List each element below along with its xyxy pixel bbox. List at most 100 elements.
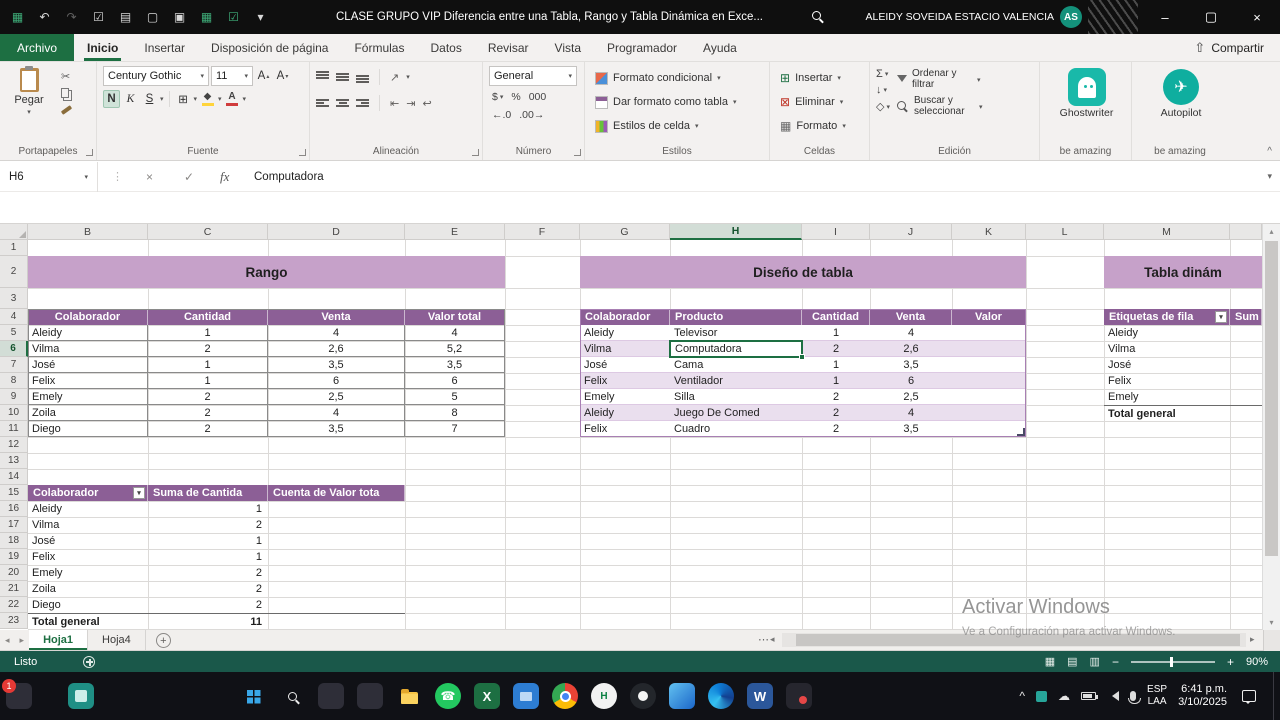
- cell-C7[interactable]: 1: [148, 357, 268, 373]
- volume-icon[interactable]: [1107, 691, 1120, 701]
- column-header-K[interactable]: K: [952, 224, 1026, 240]
- window-icon[interactable]: ▢: [145, 10, 160, 24]
- font-color-dropdown-icon[interactable]: ▾: [243, 95, 247, 103]
- decrease-decimal-icon[interactable]: .00→: [516, 109, 547, 121]
- language-indicator[interactable]: ESP LAA: [1147, 684, 1167, 708]
- row-header-19[interactable]: 19: [0, 549, 28, 565]
- whatsapp-icon[interactable]: ☎: [435, 683, 461, 709]
- cell-B18[interactable]: José: [28, 533, 148, 549]
- cell-D7[interactable]: 3,5: [268, 357, 405, 373]
- dialog-launcher-icon[interactable]: [472, 149, 479, 156]
- font-size-select[interactable]: 11 ▾: [211, 66, 253, 86]
- sort-filter-button[interactable]: Ordenar y filtrar ▾: [896, 66, 983, 93]
- taskbar-widget-icon[interactable]: [68, 683, 94, 709]
- app-icon-3[interactable]: [786, 683, 812, 709]
- cut-icon[interactable]: ✂: [61, 70, 72, 83]
- cell-G11[interactable]: Felix: [580, 421, 670, 437]
- more-commands-icon[interactable]: ▾: [253, 10, 268, 24]
- find-select-button[interactable]: Buscar y seleccionar ▾: [896, 93, 983, 120]
- cell-I10[interactable]: 2: [802, 405, 870, 421]
- font-color-icon[interactable]: A: [224, 92, 241, 106]
- search-icon[interactable]: [812, 11, 825, 24]
- cell-H5[interactable]: Televisor: [670, 325, 802, 341]
- conditional-formatting-button[interactable]: Formato condicional ▾: [595, 66, 765, 90]
- row-header-23[interactable]: 23: [0, 613, 28, 629]
- autosum-button[interactable]: Σ ▾: [876, 68, 890, 80]
- column-header-L[interactable]: L: [1026, 224, 1104, 240]
- column-header-M[interactable]: M: [1104, 224, 1230, 240]
- sheet-tab-hoja1[interactable]: Hoja1: [29, 630, 89, 650]
- grow-font-icon[interactable]: A ▴: [255, 67, 272, 85]
- row-header-10[interactable]: 10: [0, 405, 28, 421]
- cell-M6[interactable]: Vilma: [1104, 341, 1230, 357]
- monitor-app-icon[interactable]: [513, 683, 539, 709]
- horizontal-scrollbar-thumb[interactable]: [796, 634, 1240, 646]
- cell-K7[interactable]: [952, 357, 1026, 373]
- sheet-tab-hoja4[interactable]: Hoja4: [88, 630, 146, 650]
- avatar[interactable]: AS: [1060, 6, 1082, 28]
- scroll-down-icon[interactable]: ▾: [1263, 618, 1280, 627]
- vertical-scrollbar-thumb[interactable]: [1265, 241, 1278, 556]
- dinamica-values-header-cell[interactable]: Sum: [1230, 309, 1262, 325]
- cell-K9[interactable]: [952, 389, 1026, 405]
- tab-disposicion-de-pagina[interactable]: Disposición de página: [198, 34, 341, 61]
- redo-icon[interactable]: ↷: [64, 10, 79, 24]
- column-header-G[interactable]: G: [580, 224, 670, 240]
- dialog-launcher-icon[interactable]: [299, 149, 306, 156]
- onedrive-cloud-icon[interactable]: ☁: [1058, 689, 1070, 703]
- fill-color-dropdown-icon[interactable]: ▾: [218, 95, 222, 103]
- insert-function-icon[interactable]: fx: [220, 162, 229, 192]
- hidden-icons-icon[interactable]: ^: [1019, 689, 1025, 703]
- column-header-I[interactable]: I: [802, 224, 870, 240]
- cell-D10[interactable]: 4: [268, 405, 405, 421]
- cell-D9[interactable]: 2,5: [268, 389, 405, 405]
- format-painter-icon[interactable]: [60, 104, 73, 116]
- cell-C21[interactable]: 2: [148, 581, 268, 597]
- microphone-icon[interactable]: [1127, 691, 1141, 704]
- word-icon[interactable]: W: [747, 683, 773, 709]
- rango-header-cell[interactable]: Venta: [268, 309, 405, 325]
- cell-D5[interactable]: 4: [268, 325, 405, 341]
- row-header-8[interactable]: 8: [0, 373, 28, 389]
- cell-G10[interactable]: Aleidy: [580, 405, 670, 421]
- cell-M10[interactable]: Total general: [1104, 405, 1262, 421]
- pivot-header-cell[interactable]: Colaborador ▾: [28, 485, 148, 501]
- cell-B23[interactable]: Total general: [28, 613, 148, 629]
- tabla-header-cell[interactable]: Valor: [952, 309, 1026, 325]
- cell-M8[interactable]: Felix: [1104, 373, 1230, 389]
- column-header-E[interactable]: E: [405, 224, 505, 240]
- undo-icon[interactable]: ↶: [37, 10, 52, 24]
- cell-G8[interactable]: Felix: [580, 373, 670, 389]
- cell-I9[interactable]: 2: [802, 389, 870, 405]
- number-format-select[interactable]: General ▾: [489, 66, 577, 86]
- orientation-dropdown-icon[interactable]: ▾: [406, 73, 410, 81]
- confirm-entry-icon[interactable]: ✓: [184, 162, 194, 192]
- italic-button[interactable]: K: [122, 90, 139, 108]
- chrome-icon[interactable]: [552, 683, 578, 709]
- page-break-view-icon[interactable]: ▥: [1090, 655, 1100, 668]
- cell-H7[interactable]: Cama: [670, 357, 802, 373]
- vertical-scrollbar[interactable]: ▴ ▾: [1262, 224, 1280, 630]
- browser-profile-icon[interactable]: H: [591, 683, 617, 709]
- sheet-nav-left-icon[interactable]: ◂: [0, 630, 15, 650]
- checkbox-icon[interactable]: ☑: [226, 10, 241, 24]
- cell-G6[interactable]: Vilma: [580, 341, 670, 357]
- cell-B17[interactable]: Vilma: [28, 517, 148, 533]
- align-middle-icon[interactable]: [336, 71, 349, 83]
- cell-B19[interactable]: Felix: [28, 549, 148, 565]
- cell-B21[interactable]: Zoila: [28, 581, 148, 597]
- worksheet-grid[interactable]: B C D E F G H I J K L M 1 2 3 4 5 6 7 8 9 10 11 12 13 14 15 16 17 18 1…: [0, 224, 1262, 630]
- row-header-2[interactable]: 2: [0, 256, 28, 288]
- paste-button[interactable]: Pegar ▾: [6, 66, 52, 145]
- row-header-11[interactable]: 11: [0, 421, 28, 437]
- cell-E10[interactable]: 8: [405, 405, 505, 421]
- cell-J9[interactable]: 2,5: [870, 389, 952, 405]
- cell-E7[interactable]: 3,5: [405, 357, 505, 373]
- table-resize-handle[interactable]: [1017, 428, 1025, 436]
- minimize-button[interactable]: –: [1142, 0, 1188, 34]
- cell-B11[interactable]: Diego: [28, 421, 148, 437]
- underline-button[interactable]: S: [141, 90, 158, 108]
- cell-B9[interactable]: Emely: [28, 389, 148, 405]
- copy-icon[interactable]: [61, 87, 72, 99]
- row-header-4[interactable]: 4: [0, 309, 28, 325]
